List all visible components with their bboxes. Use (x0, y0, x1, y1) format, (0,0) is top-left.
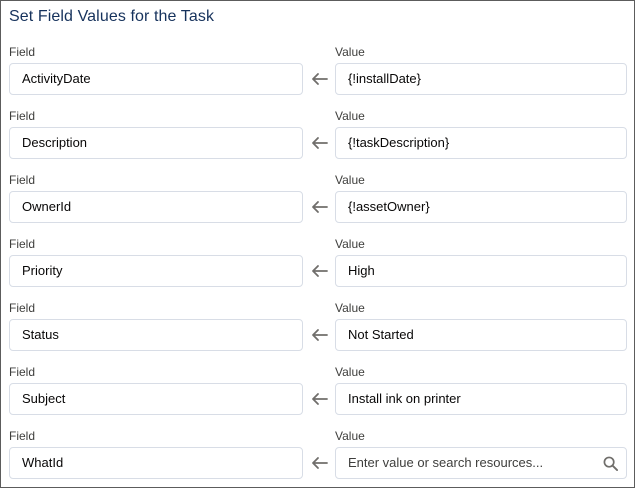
value-label: Value (335, 237, 365, 251)
field-values-panel: Set Field Values for the Task Field Valu… (0, 0, 635, 488)
field-value-row: Field Value ActivityDate {!installDate} (1, 45, 634, 109)
field-value-row: Field Value Status Not Started (1, 301, 634, 365)
field-value-row: Field Value OwnerId {!assetOwner} (1, 173, 634, 237)
value-input[interactable]: High (335, 255, 627, 287)
value-input[interactable]: {!assetOwner} (335, 191, 627, 223)
field-label: Field (9, 429, 36, 443)
value-label: Value (335, 301, 365, 315)
field-input[interactable]: Subject (9, 383, 303, 415)
field-label: Field (9, 301, 36, 315)
left-arrow-icon (312, 265, 328, 277)
value-input[interactable]: {!installDate} (335, 63, 627, 95)
field-label: Field (9, 173, 36, 187)
left-arrow-icon (312, 457, 328, 469)
left-arrow-icon (312, 393, 328, 405)
value-label: Value (335, 429, 365, 443)
left-arrow-icon (312, 201, 328, 213)
value-label: Value (335, 109, 365, 123)
value-label: Value (335, 173, 365, 187)
resource-search-input[interactable]: Enter value or search resources... (335, 447, 627, 479)
left-arrow-icon (312, 137, 328, 149)
left-arrow-icon (312, 73, 328, 85)
field-value-row: Field Value Priority High (1, 237, 634, 301)
field-input[interactable]: ActivityDate (9, 63, 303, 95)
value-label: Value (335, 365, 365, 379)
field-input[interactable]: WhatId (9, 447, 303, 479)
value-input[interactable]: {!taskDescription} (335, 127, 627, 159)
field-value-row: Field Value WhatId Enter value or search… (1, 429, 634, 493)
value-label: Value (335, 45, 365, 59)
panel-title: Set Field Values for the Task (9, 8, 215, 25)
search-icon[interactable] (603, 456, 618, 471)
field-label: Field (9, 109, 36, 123)
field-value-row: Field Value Subject Install ink on print… (1, 365, 634, 429)
resource-search-placeholder: Enter value or search resources... (348, 455, 544, 470)
field-input[interactable]: Priority (9, 255, 303, 287)
field-value-row: Field Value Description {!taskDescriptio… (1, 109, 634, 173)
value-input[interactable]: Not Started (335, 319, 627, 351)
field-input[interactable]: Description (9, 127, 303, 159)
field-input[interactable]: OwnerId (9, 191, 303, 223)
field-input[interactable]: Status (9, 319, 303, 351)
value-input[interactable]: Install ink on printer (335, 383, 627, 415)
field-label: Field (9, 365, 36, 379)
left-arrow-icon (312, 329, 328, 341)
field-label: Field (9, 45, 36, 59)
field-label: Field (9, 237, 36, 251)
